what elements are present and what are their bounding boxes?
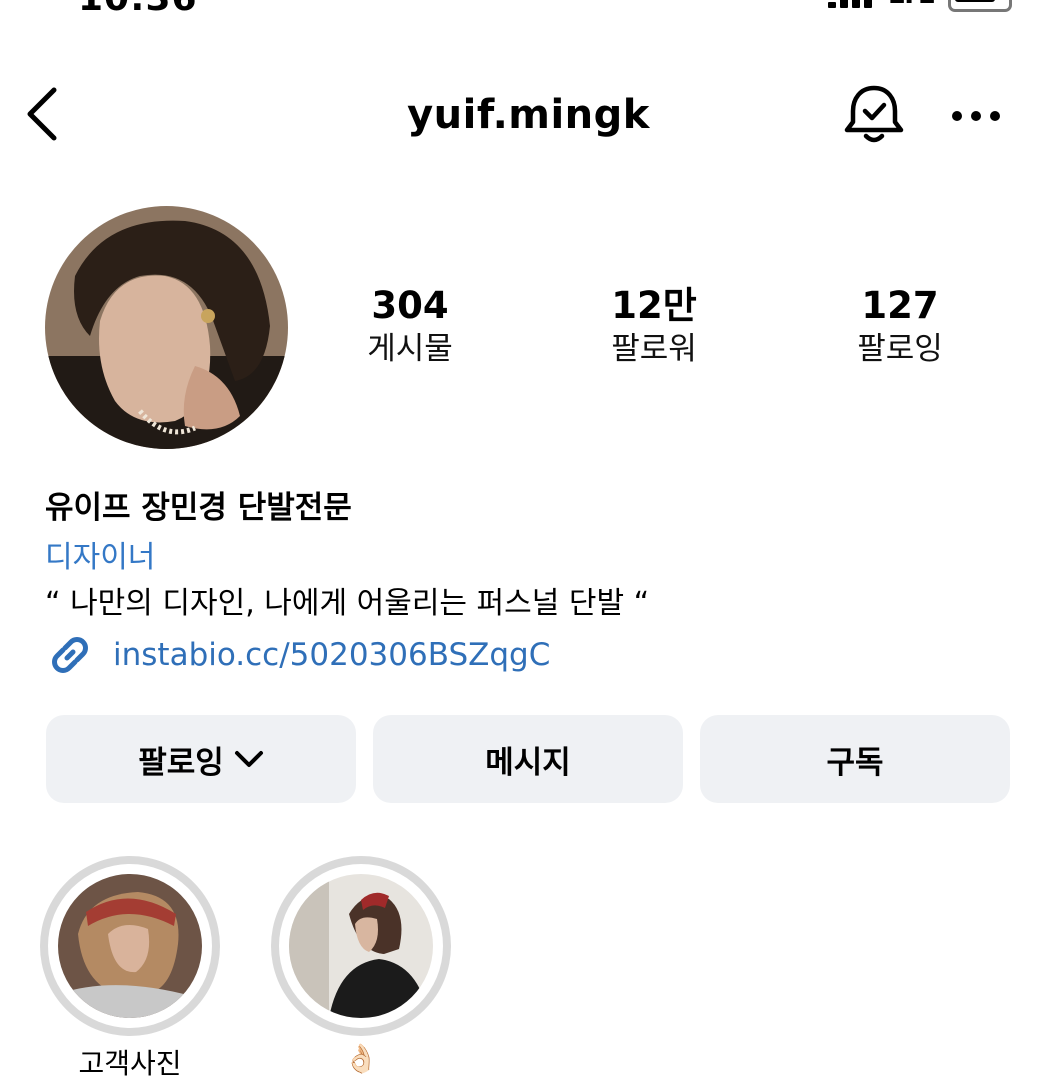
stat-following-label: 팔로잉	[857, 331, 943, 367]
stat-posts-label: 게시물	[367, 331, 453, 367]
subscribe-button[interactable]: 구독	[700, 715, 1010, 803]
stat-followers-label: 팔로워	[611, 331, 697, 367]
stat-followers-value: 12만	[611, 284, 697, 327]
subscribe-button-label: 구독	[826, 744, 884, 781]
profile-bio: “ 나만의 디자인, 나에게 어울리는 퍼스널 단발 “	[45, 586, 650, 621]
profile-link[interactable]: instabio.cc/5020306BSZqgC	[45, 630, 550, 680]
highlight-label: 👌🏻	[343, 1042, 379, 1075]
stat-following[interactable]: 127 팔로잉	[815, 285, 985, 371]
profile-link-text[interactable]: instabio.cc/5020306BSZqgC	[113, 637, 550, 673]
stat-following-value: 127	[861, 284, 939, 327]
message-button[interactable]: 메시지	[373, 715, 683, 803]
profile-category[interactable]: 디자이너	[45, 532, 155, 576]
signal-icon	[828, 0, 872, 8]
profile-display-name: 유이프 장민경 단발전문	[45, 490, 352, 526]
bell-check-icon	[844, 85, 904, 143]
battery-icon	[948, 0, 1012, 12]
highlight-thumbnail	[58, 874, 202, 1018]
following-button[interactable]: 팔로잉	[46, 715, 356, 803]
dot-icon	[952, 111, 962, 121]
highlight-item[interactable]	[40, 856, 220, 1036]
link-icon	[52, 637, 88, 673]
dot-icon	[971, 111, 981, 121]
status-time: 10:36	[78, 0, 198, 19]
network-label: LTE	[888, 0, 936, 10]
stat-followers[interactable]: 12만 팔로워	[569, 285, 739, 371]
highlight-label: 고객사진	[78, 1047, 182, 1080]
stat-posts[interactable]: 304 게시물	[325, 285, 495, 371]
highlight-thumbnail	[289, 874, 433, 1018]
highlight-item[interactable]	[271, 856, 451, 1036]
chevron-down-icon	[234, 751, 263, 767]
notifications-button[interactable]	[842, 82, 906, 148]
stat-posts-value: 304	[371, 284, 449, 327]
more-options-button[interactable]	[952, 108, 1002, 124]
profile-avatar[interactable]	[45, 206, 288, 449]
dot-icon	[990, 111, 1000, 121]
following-button-label: 팔로잉	[138, 744, 224, 781]
message-button-label: 메시지	[485, 744, 571, 781]
